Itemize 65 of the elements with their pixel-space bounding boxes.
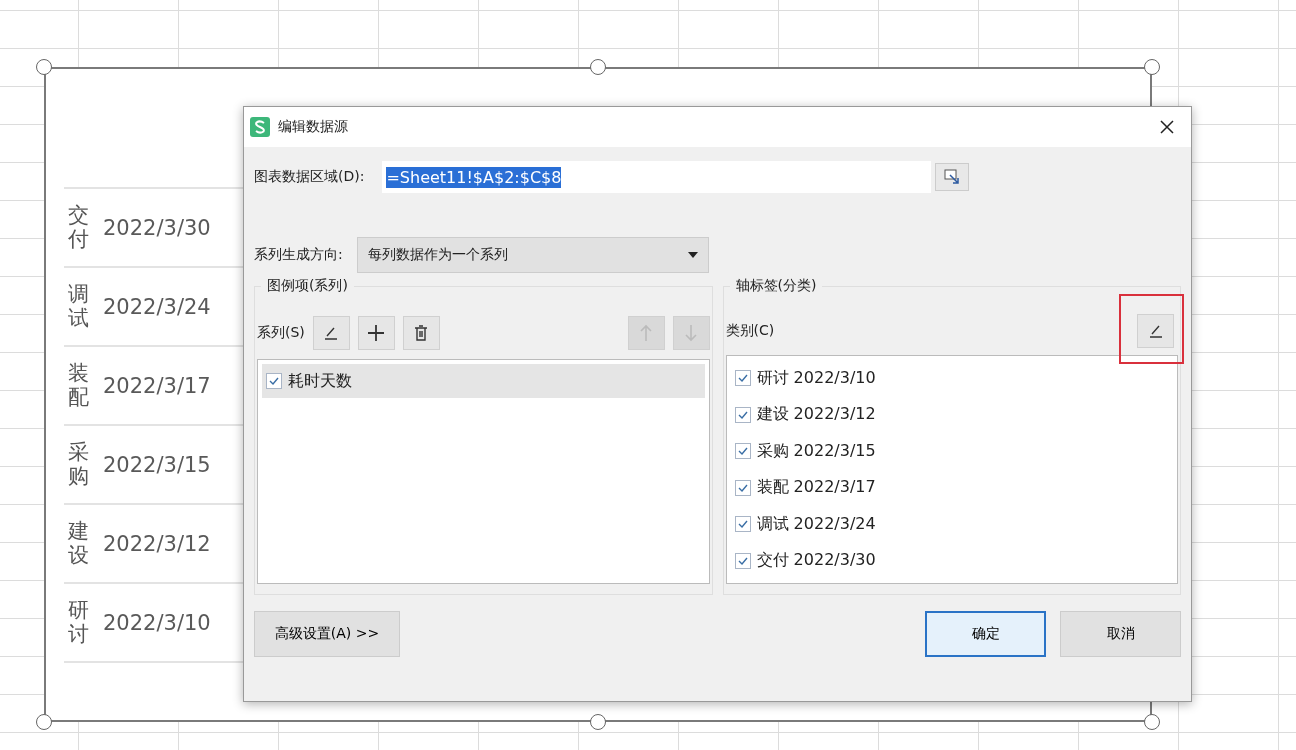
axis-date: 2022/3/15 xyxy=(103,452,211,477)
axis-date: 2022/3/30 xyxy=(103,215,211,240)
resize-handle[interactable] xyxy=(36,59,52,75)
axis-date: 2022/3/17 xyxy=(103,373,211,398)
axis-label: 交付 xyxy=(68,204,89,251)
checkmark-icon xyxy=(737,447,748,456)
field-label: 系列生成方向: xyxy=(254,246,343,264)
resize-handle[interactable] xyxy=(590,714,606,730)
checkmark-icon xyxy=(737,556,748,565)
resize-handle[interactable] xyxy=(1144,714,1160,730)
field-label: 图表数据区域(D): xyxy=(254,168,365,186)
checkbox[interactable] xyxy=(734,406,751,423)
checkbox[interactable] xyxy=(734,370,751,387)
group-title: 图例项(系列) xyxy=(266,277,349,295)
category-item[interactable]: 研讨 2022/3/10 xyxy=(730,360,1173,397)
delete-button[interactable] xyxy=(402,316,440,350)
checkbox[interactable] xyxy=(734,552,751,569)
checkmark-icon xyxy=(737,483,748,492)
trash-icon xyxy=(414,325,429,341)
resize-handle[interactable] xyxy=(590,59,606,75)
plus-icon xyxy=(367,324,386,342)
checkmark-icon xyxy=(737,374,748,383)
axis-date: 2022/3/24 xyxy=(103,294,211,319)
axis-date: 2022/3/10 xyxy=(103,610,211,635)
category-item[interactable]: 建设 2022/3/12 xyxy=(730,396,1173,433)
series-item[interactable]: 耗时天数 xyxy=(262,364,705,398)
edit-button[interactable] xyxy=(312,316,350,350)
group-title: 轴标签(分类) xyxy=(734,277,818,295)
edit-button[interactable] xyxy=(1137,314,1174,348)
app-logo-icon xyxy=(250,117,270,137)
dropdown-arrow-icon xyxy=(687,252,698,258)
checkbox[interactable] xyxy=(734,443,751,460)
axis-date: 2022/3/12 xyxy=(103,531,211,556)
axis-label: 建设 xyxy=(68,520,89,567)
direction-dropdown[interactable]: 每列数据作为一个系列 xyxy=(356,237,709,273)
down-arrow-icon xyxy=(685,324,697,342)
range-input-field[interactable]: =Sheet11!$A$2:$C$8 xyxy=(382,161,932,193)
series-label: 系列(S) xyxy=(257,324,305,342)
dialog-title: 编辑数据源 xyxy=(278,118,349,136)
range-picker-button[interactable] xyxy=(935,163,970,191)
cancel-button[interactable]: 取消 xyxy=(1060,611,1181,657)
up-arrow-icon xyxy=(640,324,652,342)
close-icon[interactable] xyxy=(1159,119,1175,135)
resize-handle[interactable] xyxy=(1144,59,1160,75)
axis-label: 采购 xyxy=(68,441,89,488)
axis-label: 研讨 xyxy=(68,599,89,646)
checkmark-icon xyxy=(269,377,279,385)
category-item[interactable]: 调试 2022/3/24 xyxy=(730,506,1173,543)
axis-label: 装配 xyxy=(68,362,89,409)
range-value: =Sheet11!$A$2:$C$8 xyxy=(386,166,562,188)
category-item[interactable]: 采购 2022/3/15 xyxy=(730,433,1173,470)
resize-handle[interactable] xyxy=(36,714,52,730)
add-button[interactable] xyxy=(357,316,395,350)
ok-button[interactable]: 确定 xyxy=(925,611,1046,657)
axis-label: 调试 xyxy=(68,283,89,330)
category-item[interactable]: 装配 2022/3/17 xyxy=(730,469,1173,506)
checkbox[interactable] xyxy=(266,373,282,389)
range-picker-icon xyxy=(944,169,961,185)
category-label: 类别(C) xyxy=(725,322,775,340)
category-item[interactable]: 交付 2022/3/30 xyxy=(730,542,1173,579)
checkbox[interactable] xyxy=(734,516,751,533)
advanced-settings-button[interactable]: 高级设置(A) >> xyxy=(254,611,400,657)
checkmark-icon xyxy=(737,410,748,419)
checkbox[interactable] xyxy=(734,479,751,496)
checkmark-icon xyxy=(737,520,748,529)
